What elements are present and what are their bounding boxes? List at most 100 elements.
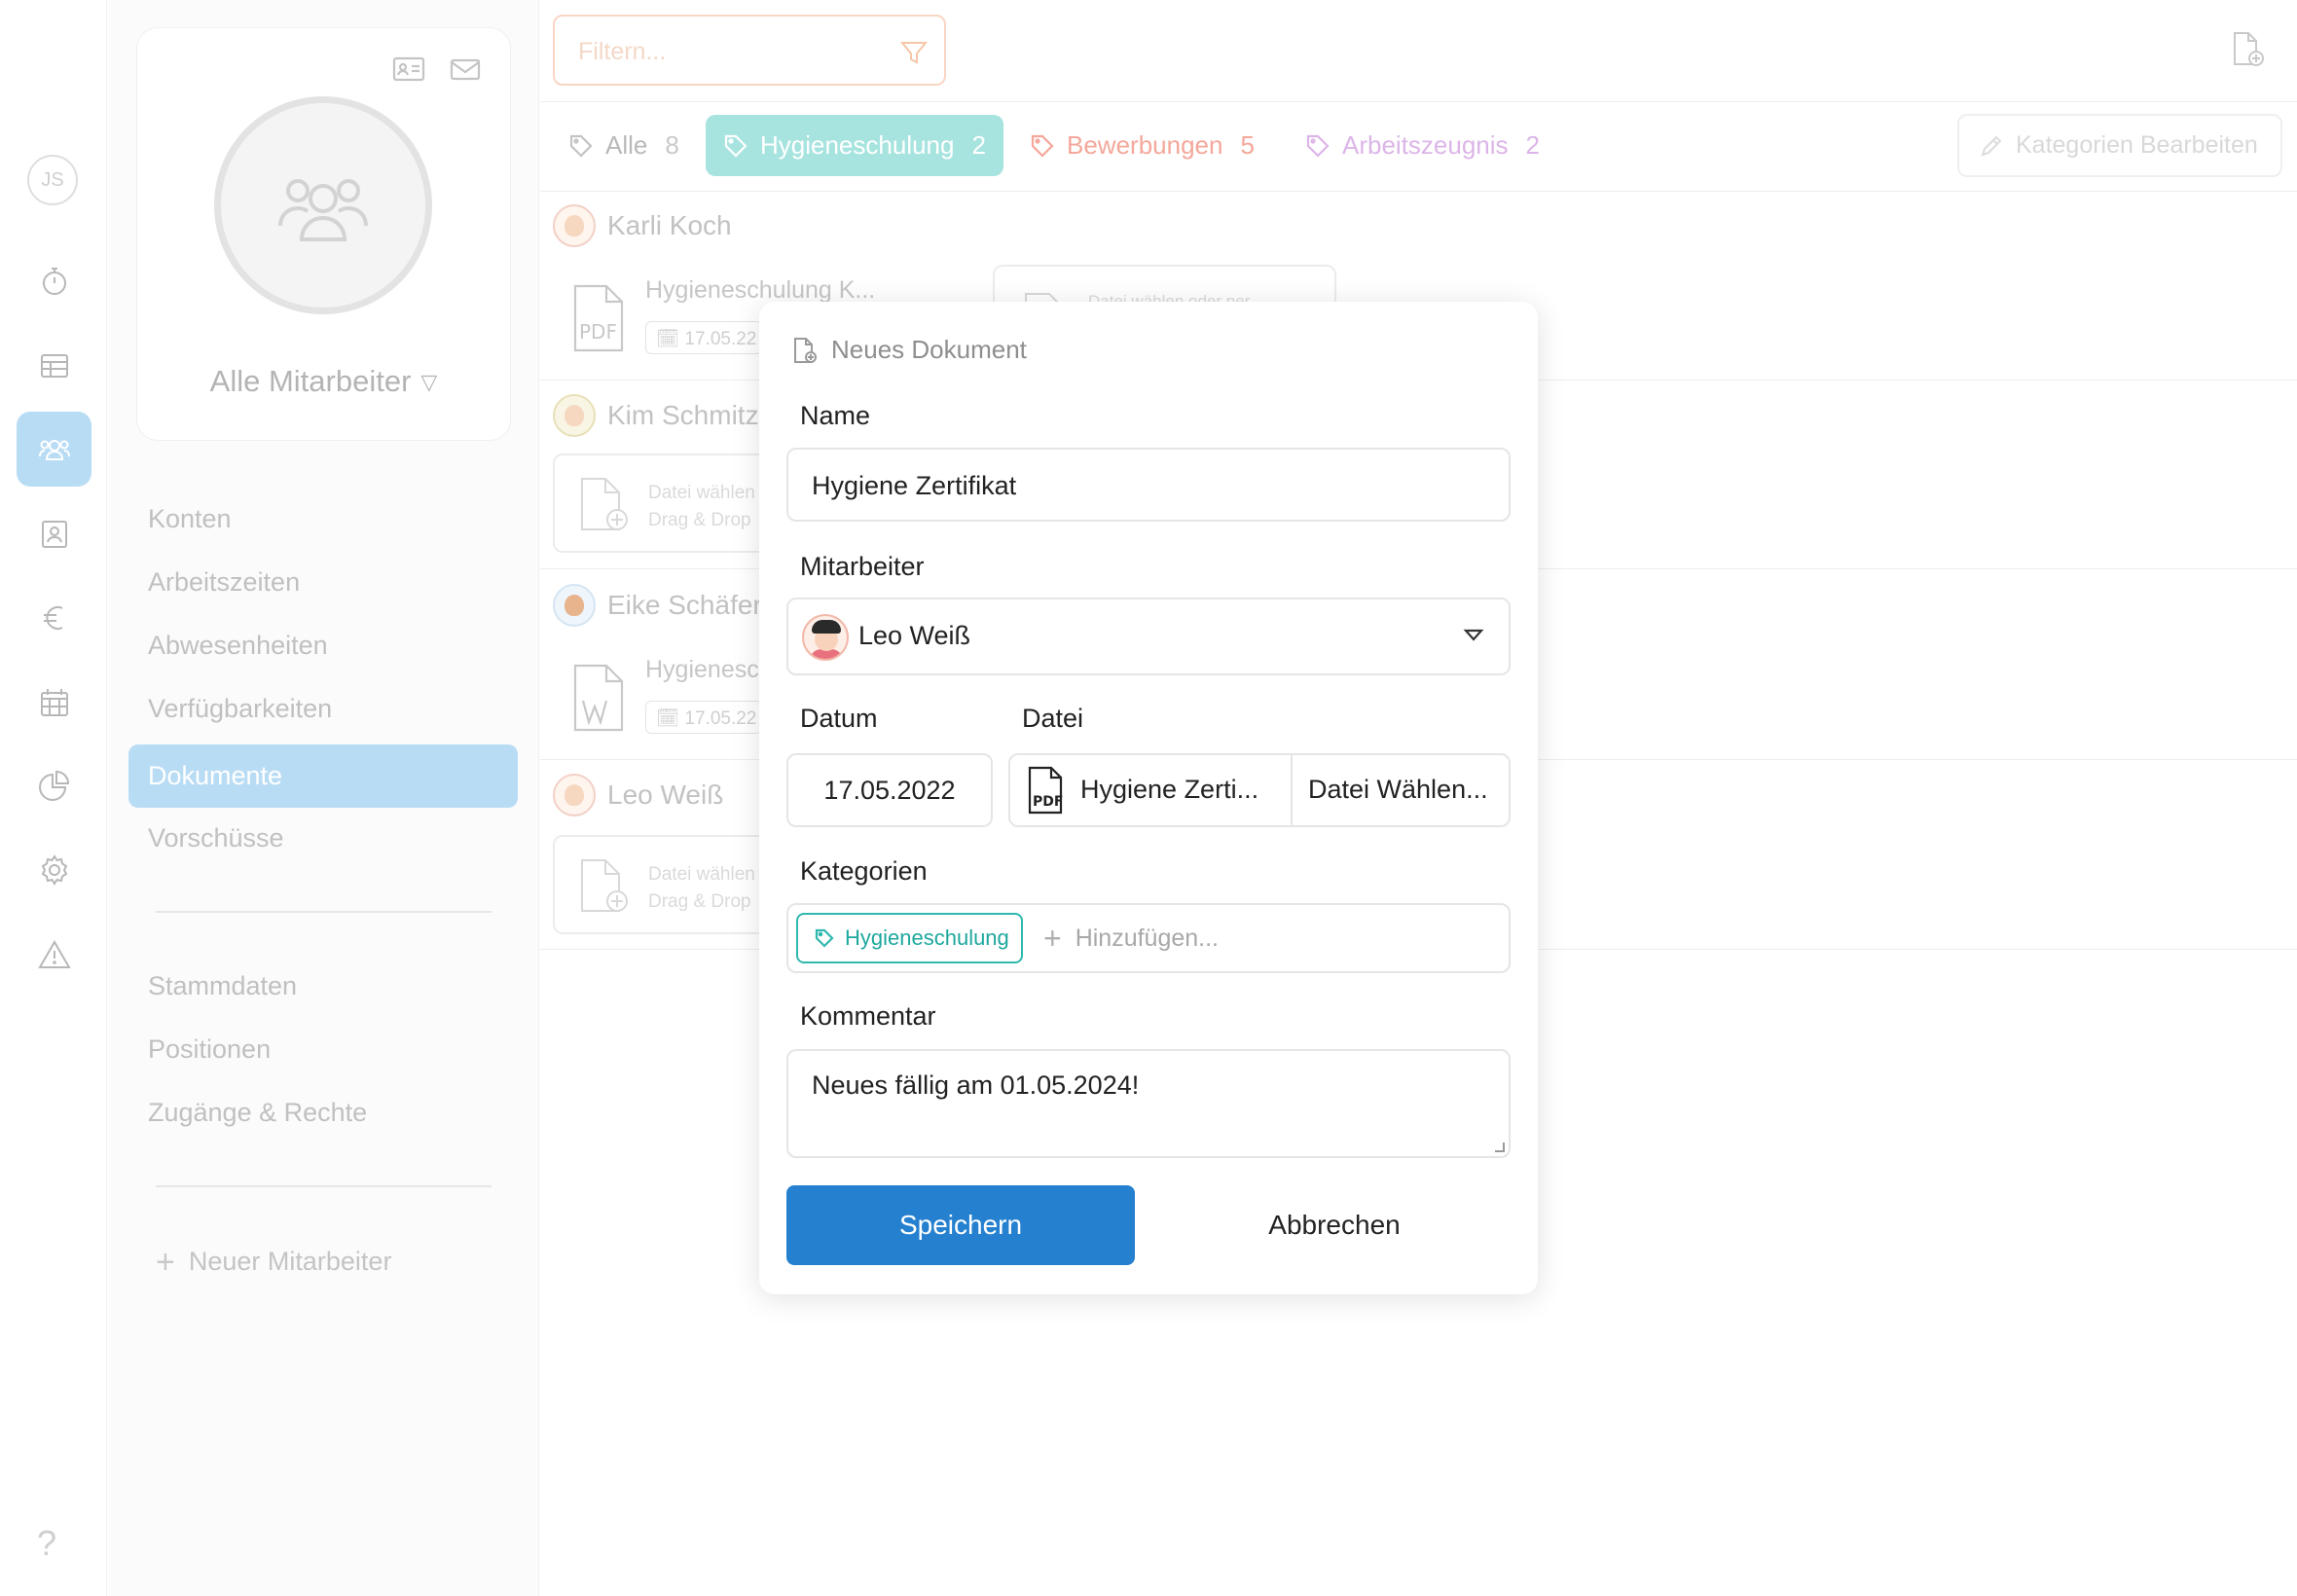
app-root: JS ? Alle Mitarbeiter ▽ Konten Arbeitsze…: [0, 0, 2297, 1596]
tab-count: 2: [971, 130, 986, 160]
nav-abwesenheiten[interactable]: Abwesenheiten: [148, 631, 328, 661]
employee-row-header: Eike Schäfer: [553, 584, 762, 627]
nav-verfuegbarkeiten[interactable]: Verfügbarkeiten: [148, 694, 332, 724]
divider: [156, 1185, 492, 1187]
tag-icon: [1031, 134, 1054, 158]
document-title[interactable]: Hygieneschulung K...: [645, 276, 875, 305]
table-icon[interactable]: [17, 328, 91, 403]
tab-label: Bewerbungen: [1067, 130, 1223, 160]
group-avatar: [214, 96, 432, 314]
tag-icon: [569, 134, 593, 158]
save-button[interactable]: Speichern: [786, 1185, 1135, 1265]
nav-arbeitszeiten[interactable]: Arbeitszeiten: [148, 567, 300, 598]
name-value: Hygiene Zertifikat: [812, 471, 1017, 500]
dialog-title: Neues Dokument: [790, 335, 1027, 365]
add-category-label: Hinzufügen...: [1075, 924, 1220, 952]
nav-zugaenge-rechte[interactable]: Zugänge & Rechte: [148, 1098, 367, 1128]
pdf-file-icon: PDF: [1026, 765, 1065, 816]
tab-label: Hygieneschulung: [760, 130, 955, 160]
euro-icon[interactable]: [17, 580, 91, 655]
employee-select[interactable]: Leo Weiß: [786, 598, 1511, 675]
divider: [540, 191, 2297, 192]
drop-hint: Datei wählen: [648, 864, 755, 885]
file-label: Datei: [1022, 704, 1084, 733]
users-icon[interactable]: [17, 412, 91, 487]
pencil-icon: [1981, 135, 2002, 157]
avatar: [553, 204, 596, 247]
warning-icon[interactable]: [17, 917, 91, 992]
document-date: 🗓 17.05.22: [645, 321, 762, 354]
categories-label: Kategorien: [800, 856, 928, 886]
filter-input[interactable]: Filtern...: [553, 15, 946, 86]
new-employee-button[interactable]: + Neuer Mitarbeiter: [156, 1244, 391, 1282]
pie-chart-icon[interactable]: [17, 748, 91, 823]
file-field: PDF Hygiene Zerti... Datei Wählen...: [1008, 753, 1511, 827]
help-icon[interactable]: ?: [37, 1523, 56, 1564]
nav-vorschuesse[interactable]: Vorschüsse: [148, 823, 284, 853]
tab-count: 2: [1525, 130, 1541, 160]
mail-icon[interactable]: [449, 55, 482, 83]
calendar-icon[interactable]: [17, 665, 91, 740]
plus-icon: +: [156, 1244, 175, 1281]
employee-selector[interactable]: Alle Mitarbeiter ▽: [137, 364, 510, 399]
user-avatar[interactable]: JS: [27, 155, 78, 205]
employee-row-header: Karli Koch: [553, 204, 732, 247]
pdf-file-icon[interactable]: PDF: [569, 282, 628, 354]
employee-row-header: Leo Weiß: [553, 774, 723, 816]
drop-hint: Drag & Drop: [648, 510, 751, 530]
categories-field[interactable]: Hygieneschulung + Hinzufügen...: [786, 903, 1511, 973]
cancel-button[interactable]: Abbrechen: [1156, 1185, 1513, 1265]
nav-dokumente[interactable]: Dokumente: [128, 744, 518, 808]
tab-arbeitszeugnis[interactable]: Arbeitszeugnis 2: [1290, 115, 1555, 176]
category-chip-label: Hygieneschulung: [845, 925, 1009, 950]
nav-stammdaten[interactable]: Stammdaten: [148, 971, 297, 1001]
employee-row-header: Kim Schmitz: [553, 394, 759, 437]
comment-value: Neues fällig am 01.05.2024!: [812, 1070, 1140, 1100]
new-document-dialog: Neues Dokument Name Hygiene Zertifikat M…: [759, 302, 1538, 1294]
name-label: Name: [800, 401, 871, 430]
tab-hygieneschulung[interactable]: Hygieneschulung 2: [706, 115, 1003, 176]
employee-selector-label: Alle Mitarbeiter: [209, 364, 412, 398]
tab-bewerbungen[interactable]: Bewerbungen 5: [1014, 115, 1270, 176]
comment-label: Kommentar: [800, 1001, 936, 1031]
contact-card-icon[interactable]: [17, 496, 91, 571]
date-field[interactable]: 17.05.2022: [786, 753, 993, 827]
drop-hint: Drag & Drop: [648, 891, 751, 912]
avatar: [553, 774, 596, 816]
avatar: [802, 614, 849, 661]
gear-icon[interactable]: [17, 832, 91, 907]
svg-text:PDF: PDF: [1033, 794, 1063, 810]
divider: [1291, 755, 1293, 825]
comment-field[interactable]: Neues fällig am 01.05.2024!: [786, 1049, 1511, 1158]
word-file-icon[interactable]: [569, 662, 628, 734]
tab-count: 8: [665, 130, 679, 160]
employee-value: Leo Weiß: [858, 621, 971, 650]
nav-konten[interactable]: Konten: [148, 504, 232, 534]
file-plus-icon: [576, 475, 631, 533]
chevron-down-icon: ▽: [420, 370, 438, 394]
employee-name: Kim Schmitz: [607, 400, 759, 430]
edit-categories-label: Kategorien Bearbeiten: [2016, 131, 2258, 159]
plus-icon: +: [1043, 921, 1062, 956]
new-document-icon[interactable]: [2227, 29, 2266, 68]
choose-file-button[interactable]: Datei Wählen...: [1308, 775, 1488, 805]
category-chip[interactable]: Hygieneschulung: [796, 913, 1023, 963]
new-employee-label: Neuer Mitarbeiter: [188, 1247, 392, 1276]
divider: [540, 101, 2297, 102]
tab-alle[interactable]: Alle 8: [553, 115, 695, 176]
dialog-title-text: Neues Dokument: [831, 335, 1027, 364]
nav-positionen[interactable]: Positionen: [148, 1034, 271, 1065]
employee-name: Eike Schäfer: [607, 590, 762, 620]
document-title[interactable]: Hygienesc: [645, 656, 759, 684]
profile-card: Alle Mitarbeiter ▽: [136, 27, 511, 441]
name-field[interactable]: Hygiene Zertifikat: [786, 448, 1511, 522]
add-category-button[interactable]: + Hinzufügen...: [1043, 923, 1219, 954]
employee-sidebar: Alle Mitarbeiter ▽ Konten Arbeitszeiten A…: [109, 0, 539, 1596]
resize-handle[interactable]: [1495, 1143, 1505, 1152]
filter-icon: [899, 42, 929, 64]
stopwatch-icon[interactable]: [17, 243, 91, 318]
edit-categories-button[interactable]: Kategorien Bearbeiten: [1957, 114, 2282, 177]
id-card-icon[interactable]: [392, 55, 425, 83]
svg-text:PDF: PDF: [579, 320, 617, 344]
tab-count: 5: [1240, 130, 1255, 160]
